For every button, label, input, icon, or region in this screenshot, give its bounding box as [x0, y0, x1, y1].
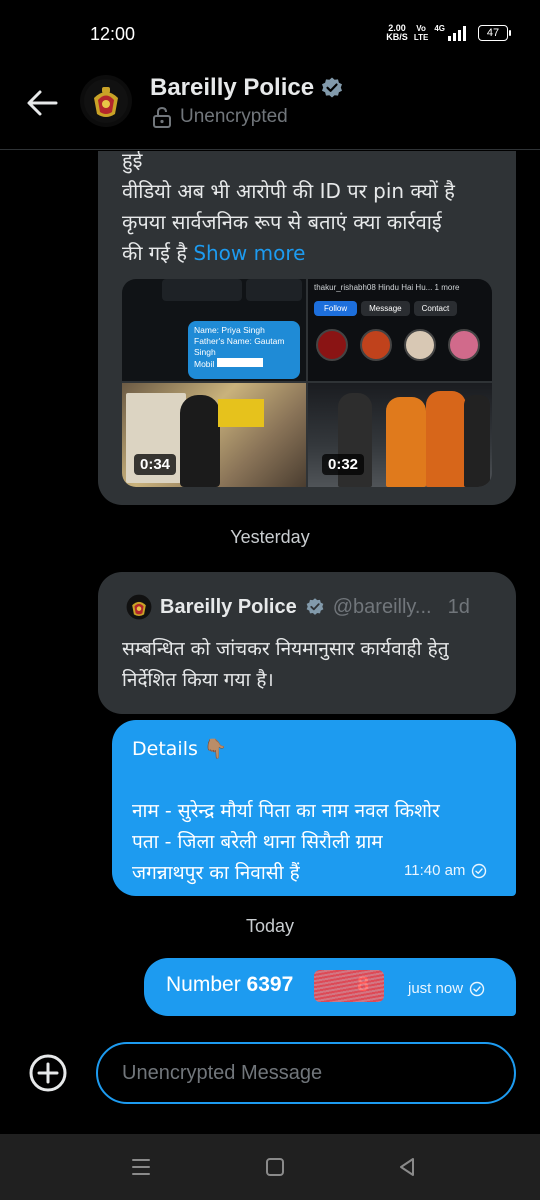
- status-bar: 12:00 2.00 KB/S Vo LTE 4G 47: [0, 0, 540, 70]
- quoted-author-handle: @bareilly...: [332, 595, 432, 618]
- battery-icon: 47: [478, 25, 511, 41]
- contact-name-text: Bareilly Police: [150, 74, 315, 101]
- redaction-scribble: [314, 970, 384, 1002]
- status-icons: 2.00 KB/S Vo LTE 4G 47: [386, 24, 511, 42]
- date-separator: Yesterday: [230, 527, 310, 547]
- check-circle-icon: [472, 863, 487, 878]
- quoted-post-bubble[interactable]: Bareilly Police @bareilly... 1d सम्बन्धि…: [98, 572, 516, 714]
- media-contact-button: Contact: [413, 301, 458, 316]
- home-button[interactable]: [264, 1156, 286, 1182]
- contact-name[interactable]: Bareilly Police: [150, 74, 344, 102]
- plus-circle-icon: [29, 1054, 67, 1092]
- battery-level: 47: [486, 27, 500, 39]
- quoted-post-text: सम्बन्धित को जांचकर नियमानुसार कार्यवाही…: [122, 638, 449, 691]
- triangle-back-icon: [400, 1158, 414, 1176]
- status-time: 12:00: [90, 24, 136, 44]
- volte-icon: Vo LTE: [414, 24, 429, 42]
- media-tile[interactable]: thakur_rishabh08 Hindu Hai Hu... 1 more …: [308, 279, 492, 381]
- chat-header: Bareilly Police Unencrypted: [0, 70, 540, 150]
- net-speed: 2.00 KB/S: [386, 24, 408, 42]
- volte-top: Vo: [416, 24, 426, 33]
- media-caption-mobile: Mobil: [194, 358, 294, 370]
- media-caption-name: Name: Priya Singh: [194, 325, 265, 335]
- check-circle-icon: [469, 981, 485, 996]
- recents-button[interactable]: [130, 1156, 152, 1182]
- message-bubble-incoming[interactable]: हुई वीडियो अब भी आरोपी की ID पर pin क्यो…: [98, 151, 516, 505]
- add-media-button[interactable]: [27, 1052, 69, 1094]
- media-tile[interactable]: Name: Priya Singh Father's Name: Gautam …: [122, 279, 306, 381]
- media-message-button: Message: [361, 301, 410, 316]
- message-meta: just now: [408, 980, 485, 997]
- video-tile[interactable]: 0:32: [308, 383, 492, 487]
- media-follow-button: Follow: [314, 301, 358, 316]
- message-input[interactable]: [96, 1042, 516, 1104]
- verified-badge-icon: [322, 77, 343, 98]
- video-tile[interactable]: 0:34: [122, 383, 306, 487]
- media-caption-mobile-label: Mobil: [194, 359, 215, 369]
- arrow-left-icon: [27, 90, 58, 116]
- system-nav-bar: [0, 1134, 540, 1200]
- media-grid: Name: Priya Singh Father's Name: Gautam …: [122, 279, 492, 487]
- signal-icon: 4G: [434, 25, 466, 41]
- system-back-button[interactable]: [396, 1156, 418, 1182]
- message-composer: [0, 1030, 540, 1134]
- chat-area: हुई वीडियो अब भी आरोपी की ID पर pin क्यो…: [0, 151, 540, 1030]
- number-value-start: 6397: [246, 973, 294, 996]
- encryption-status: Unencrypted: [152, 106, 288, 128]
- encryption-status-text: Unencrypted: [180, 106, 288, 127]
- quoted-author-name: Bareilly Police: [160, 595, 297, 618]
- message-text: हुई वीडियो अब भी आरोपी की ID पर pin क्यो…: [122, 151, 502, 269]
- police-emblem-icon: [126, 594, 152, 620]
- number-label: Number: [166, 973, 247, 996]
- verified-badge-icon: [306, 598, 324, 615]
- message-bubble-outgoing[interactable]: Details 👇🏽 नाम - सुरेन्द्र मौर्या पिता क…: [112, 720, 516, 896]
- video-duration: 0:32: [322, 454, 365, 475]
- back-button[interactable]: [24, 88, 60, 118]
- show-more-link[interactable]: Show more: [193, 241, 305, 265]
- message-meta: 11:40 am: [404, 862, 487, 879]
- square-icon: [266, 1158, 284, 1176]
- media-caption-father: Father's Name: Gautam Singh: [194, 336, 285, 357]
- quoted-post-header: Bareilly Police @bareilly... 1d: [126, 594, 470, 620]
- message-time: just now: [408, 980, 464, 997]
- video-duration: 0:34: [134, 454, 177, 475]
- media-profile-title: Hindu Hai Hu... 1 more: [378, 283, 460, 292]
- lock-open-icon: [153, 106, 171, 128]
- avatar[interactable]: [80, 75, 132, 127]
- media-profile-handle: thakur_rishabh08: [314, 283, 376, 292]
- police-emblem-icon: [84, 79, 128, 123]
- menu-lines-icon: [132, 1159, 150, 1175]
- quoted-post-age: 1d: [447, 595, 470, 618]
- date-separator: Today: [245, 916, 295, 936]
- network-type: 4G: [434, 24, 445, 33]
- message-bubble-outgoing[interactable]: Number 63978 just now: [144, 958, 516, 1016]
- volte-bottom: LTE: [413, 33, 429, 42]
- message-time: 11:40 am: [404, 862, 466, 879]
- net-speed-unit: KB/S: [386, 32, 408, 42]
